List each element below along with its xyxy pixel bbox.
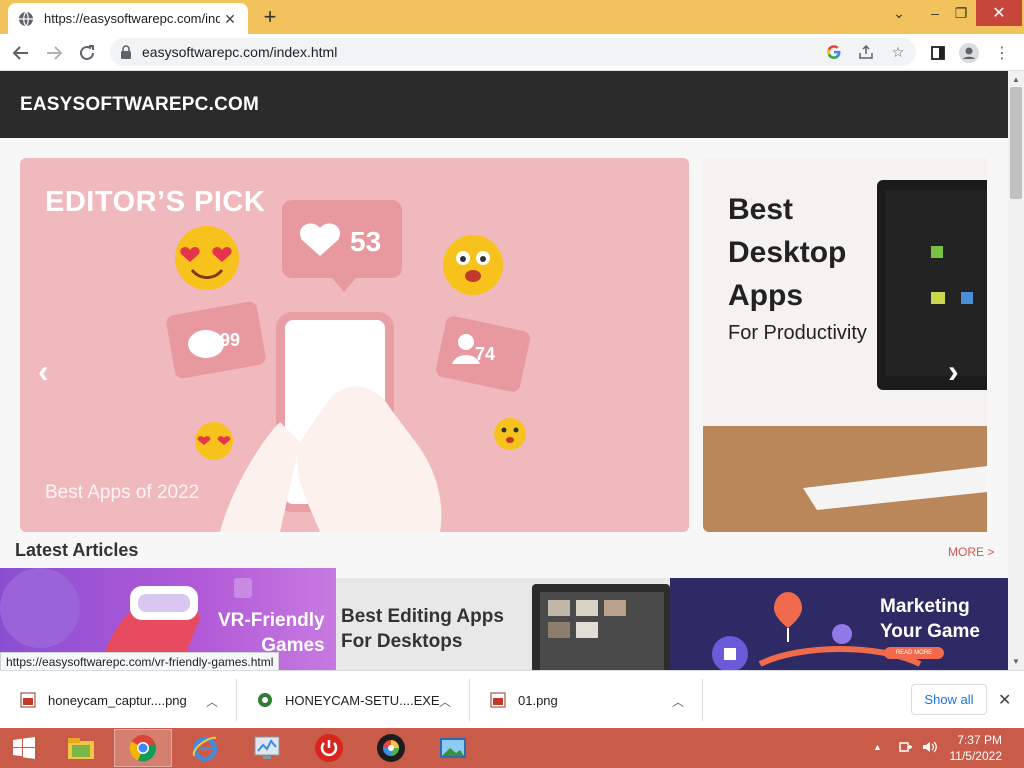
profile-icon[interactable] (958, 42, 980, 64)
slide-caption: Best Apps of 2022 (45, 482, 200, 503)
site-logo[interactable]: EASYSOFTWAREPC.COM (20, 94, 259, 116)
slider-second-slide[interactable]: Best Desktop Apps For Productivity (703, 158, 987, 532)
google-icon[interactable] (825, 43, 843, 61)
chrome-icon[interactable] (114, 729, 172, 767)
menu-icon[interactable]: ⋮ (991, 42, 1013, 64)
download-item[interactable]: 01.png ︿ (470, 679, 703, 721)
restore-button[interactable]: ❐ (944, 0, 978, 26)
star-icon[interactable]: ☆ (889, 43, 907, 61)
chevron-up-icon[interactable]: ▲ (873, 742, 882, 752)
read-more-button[interactable]: READ MORE (884, 647, 944, 659)
slider-prev-arrow[interactable]: ‹ (38, 353, 49, 390)
clock-time: 7:37 PM (957, 733, 1002, 747)
article-card[interactable]: Best Editing Apps For Desktops (336, 578, 670, 670)
volume-icon[interactable] (921, 739, 939, 755)
more-link[interactable]: MORE > (948, 545, 994, 559)
comments-count-badge: 99 (220, 330, 241, 350)
system-tray: ▲ 7:37 PM 11/5/2022 (803, 728, 1024, 768)
reload-icon[interactable] (74, 40, 100, 66)
clock-date: 11/5/2022 (949, 749, 1003, 763)
forward-icon[interactable] (41, 40, 67, 66)
article-title: Marketing Your Game (880, 596, 980, 642)
power-icon[interactable] (300, 729, 358, 767)
globe-icon (19, 11, 33, 26)
system-clock[interactable]: 7:37 PM 11/5/2022 (950, 732, 1003, 764)
file-explorer-icon[interactable] (52, 729, 110, 767)
likes-count-badge: 53 (350, 226, 382, 257)
chevron-down-icon[interactable]: ⌄ (882, 0, 916, 26)
start-button[interactable] (0, 729, 48, 767)
site-header: EASYSOFTWAREPC.COM (0, 71, 1008, 138)
chevron-up-icon[interactable]: ︿ (439, 693, 451, 710)
latest-articles-heading: Latest Articles (15, 540, 139, 560)
scroll-down-arrow[interactable]: ▼ (1012, 657, 1020, 666)
scroll-up-arrow[interactable]: ▲ (1012, 75, 1020, 84)
internet-explorer-icon[interactable] (176, 729, 234, 767)
close-icon[interactable]: ✕ (222, 11, 238, 27)
chevron-up-icon[interactable]: ︿ (672, 693, 684, 710)
show-all-button[interactable]: Show all (911, 684, 987, 715)
image-file-icon (20, 692, 36, 708)
download-filename: HONEYCAM-SETU....EXE (285, 692, 440, 708)
installer-icon (258, 693, 272, 707)
color-wheel-icon[interactable] (362, 729, 420, 767)
side-panel-icon[interactable] (927, 42, 949, 64)
close-icon[interactable]: ✕ (998, 690, 1011, 710)
photo-viewer-icon[interactable] (424, 729, 482, 767)
tab-title: https://easysoftwarepc.com/inde (44, 11, 220, 26)
page-viewport: EASYSOFTWAREPC.COM 53 99 74 EDITOR’S PIC… (0, 71, 1008, 670)
slide-second-heading: Best Desktop Apps (728, 193, 847, 312)
article-title: Best Editing Apps For Desktops (341, 606, 504, 652)
browser-tab[interactable]: https://easysoftwarepc.com/inde ✕ (8, 3, 248, 34)
window-close-button[interactable]: ✕ (976, 0, 1022, 26)
plus-icon[interactable]: + (258, 6, 282, 30)
address-bar[interactable]: easysoftwarepc.com/index.html ☆ (110, 38, 916, 66)
image-file-icon (490, 692, 506, 708)
lock-icon[interactable] (120, 45, 132, 59)
network-icon[interactable] (898, 739, 914, 755)
download-item[interactable]: honeycam_captur....png ︿ (0, 679, 237, 721)
slider-main-slide[interactable]: 53 99 74 EDITOR’S PICK Best Apps of 2022 (20, 158, 689, 532)
article-card[interactable]: Marketing Your Game READ MORE (670, 578, 1008, 670)
slide-second-subheading: For Productivity (728, 322, 867, 344)
download-filename: honeycam_captur....png (48, 692, 187, 708)
slide-heading: EDITOR’S PICK (45, 186, 266, 218)
scroll-thumb[interactable] (1010, 87, 1022, 199)
page-scrollbar[interactable]: ▲ ▼ (1008, 71, 1024, 670)
followers-count-badge: 74 (475, 344, 496, 364)
task-manager-icon[interactable] (238, 729, 296, 767)
browser-toolbar: easysoftwarepc.com/index.html ☆ ⋮ (0, 34, 1024, 71)
chevron-up-icon[interactable]: ︿ (206, 693, 218, 710)
share-icon[interactable] (857, 43, 875, 61)
article-title: VR-Friendly Games (218, 610, 325, 656)
windows-taskbar: ▲ 7:37 PM 11/5/2022 (0, 728, 1024, 768)
url-text[interactable]: easysoftwarepc.com/index.html (142, 44, 337, 60)
tab-strip: https://easysoftwarepc.com/inde ✕ + ⌄ – … (0, 0, 1024, 34)
download-filename: 01.png (518, 692, 558, 708)
download-shelf: honeycam_captur....png ︿ HONEYCAM-SETU..… (0, 670, 1024, 728)
status-url-preview: https://easysoftwarepc.com/vr-friendly-g… (0, 652, 280, 672)
download-item[interactable]: HONEYCAM-SETU....EXE ︿ (237, 679, 470, 721)
slider-next-arrow[interactable]: › (948, 353, 959, 390)
back-icon[interactable] (8, 40, 34, 66)
